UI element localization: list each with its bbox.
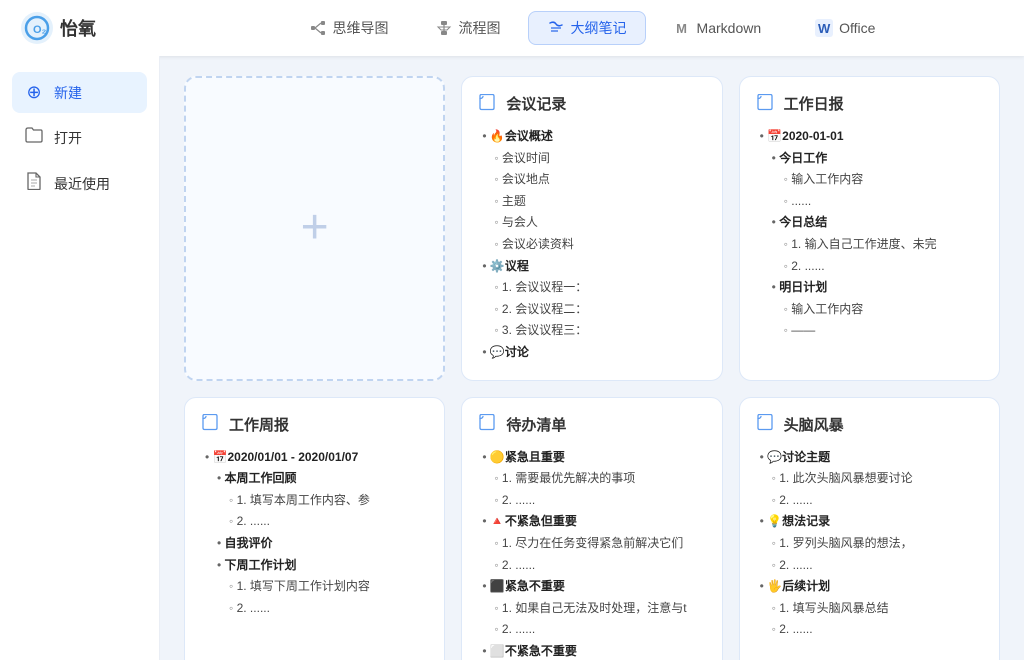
card-meeting-header: 会议记录 [478, 93, 705, 114]
card-daily-header: 工作日报 [756, 93, 983, 114]
card-meeting-content: 🔥会议概述 会议时间 会议地点 主题 与会人 会议必读资料 ⚙️议程 1. 会议… [478, 126, 705, 364]
main: ⊕ 新建 打开 最近使用 + [0, 56, 1024, 660]
mindmap-icon [309, 19, 327, 37]
document-icon [24, 172, 44, 195]
tab-outline-label: 大纲笔记 [571, 18, 627, 38]
card-brainstorm-content: 💬讨论主题 1. 此次头脑风暴想要讨论 2. ...... 💡想法记录 1. 罗… [756, 447, 983, 641]
flowchart-icon [435, 19, 453, 37]
logo-icon: O₂ [20, 11, 54, 45]
card-todo-header: 待办清单 [478, 414, 705, 435]
tab-office-label: Office [839, 20, 875, 36]
card-todo-content: 🟡紧急且重要 1. 需要最优先解决的事项 2. ...... 🔺不紧急但重要 1… [478, 447, 705, 660]
card-work-weekly[interactable]: 工作周报 📅2020/01/01 - 2020/01/07 本周工作回顾 1. … [184, 397, 445, 660]
tab-markdown-label: Markdown [697, 20, 762, 36]
card-todo-icon [478, 414, 498, 434]
tab-mindmap-label: 思维导图 [333, 18, 389, 38]
tab-flowchart-label: 流程图 [459, 18, 501, 38]
folder-icon [24, 127, 44, 148]
card-brainstorm-title: 头脑风暴 [784, 414, 844, 435]
card-meeting-icon [478, 94, 498, 114]
plus-circle-icon: ⊕ [24, 82, 44, 103]
logo-text: 怡氧 [60, 15, 96, 41]
tab-markdown[interactable]: M Markdown [654, 12, 781, 44]
tab-office[interactable]: W Office [796, 12, 894, 44]
card-new-inner: + [301, 204, 329, 252]
card-daily-icon [756, 94, 776, 114]
outline-icon [547, 19, 565, 37]
tab-outline[interactable]: 大纲笔记 [528, 11, 646, 45]
card-weekly-icon [201, 414, 221, 434]
plus-icon: + [301, 204, 329, 252]
nav-tabs: 思维导图 流程图 大纲笔记 M Markdown W Office [180, 11, 1004, 45]
cards-grid: + 会议记录 🔥会议概述 会议时间 会议地点 主题 [184, 76, 1000, 660]
card-new-outline[interactable]: + [184, 76, 445, 381]
markdown-icon: M [673, 19, 691, 37]
card-brainstorm-icon [756, 414, 776, 434]
card-work-daily[interactable]: 工作日报 📅2020-01-01 今日工作 输入工作内容 ...... 今日总结… [739, 76, 1000, 381]
card-weekly-title: 工作周报 [229, 414, 289, 435]
card-brainstorm[interactable]: 头脑风暴 💬讨论主题 1. 此次头脑风暴想要讨论 2. ...... 💡想法记录… [739, 397, 1000, 660]
card-weekly-content: 📅2020/01/01 - 2020/01/07 本周工作回顾 1. 填写本周工… [201, 447, 428, 620]
sidebar-open-label: 打开 [54, 128, 82, 148]
header: O₂ 怡氧 思维导图 流程图 大纲笔记 M Markdown [0, 0, 1024, 56]
tab-mindmap[interactable]: 思维导图 [290, 11, 408, 45]
logo-area: O₂ 怡氧 [20, 11, 180, 45]
svg-text:O₂: O₂ [33, 24, 47, 36]
card-weekly-header: 工作周报 [201, 414, 428, 435]
card-daily-content: 📅2020-01-01 今日工作 输入工作内容 ...... 今日总结 1. 输… [756, 126, 983, 342]
card-daily-title: 工作日报 [784, 93, 844, 114]
card-todo[interactable]: 待办清单 🟡紧急且重要 1. 需要最优先解决的事项 2. ...... 🔺不紧急… [461, 397, 722, 660]
sidebar: ⊕ 新建 打开 最近使用 [0, 56, 160, 660]
sidebar-item-recent[interactable]: 最近使用 [12, 162, 147, 205]
card-brainstorm-header: 头脑风暴 [756, 414, 983, 435]
sidebar-item-new[interactable]: ⊕ 新建 [12, 72, 147, 113]
tab-flowchart[interactable]: 流程图 [416, 11, 520, 45]
card-meeting-title: 会议记录 [506, 93, 566, 114]
sidebar-recent-label: 最近使用 [54, 174, 110, 194]
sidebar-item-open[interactable]: 打开 [12, 117, 147, 158]
card-todo-title: 待办清单 [506, 414, 566, 435]
content-area: + 会议记录 🔥会议概述 会议时间 会议地点 主题 [160, 56, 1024, 660]
office-icon: W [815, 19, 833, 37]
sidebar-new-label: 新建 [54, 83, 82, 103]
card-meeting-notes[interactable]: 会议记录 🔥会议概述 会议时间 会议地点 主题 与会人 会议必读资料 ⚙️议程 … [461, 76, 722, 381]
